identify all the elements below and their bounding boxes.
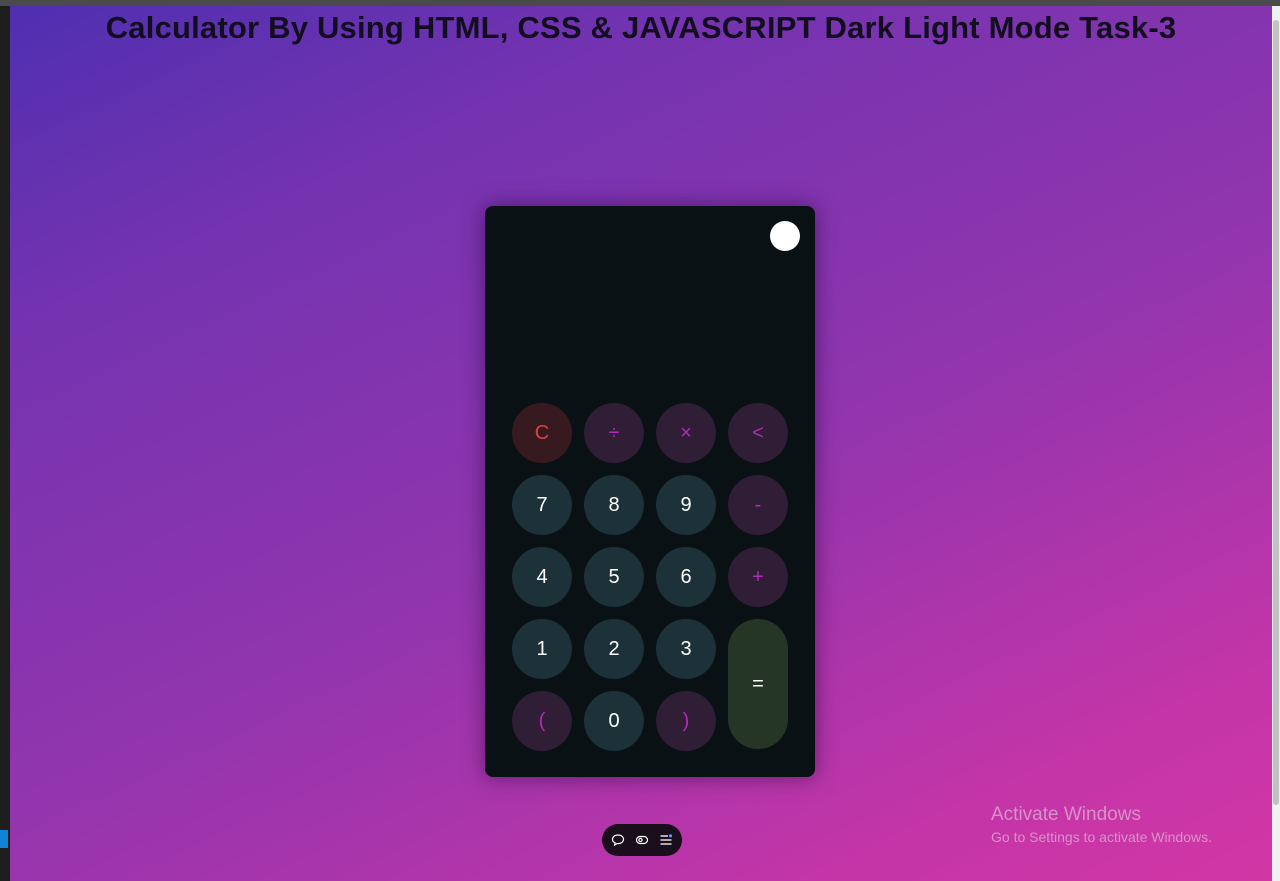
menu-list-icon[interactable]	[659, 833, 673, 847]
eye-toggle-icon[interactable]	[635, 833, 649, 847]
digit-7-button[interactable]: 7	[512, 475, 572, 535]
activate-windows-watermark: Activate Windows Go to Settings to activ…	[991, 804, 1212, 848]
digit-4-button[interactable]: 4	[512, 547, 572, 607]
minus-button[interactable]: -	[728, 475, 788, 535]
digit-6-button[interactable]: 6	[656, 547, 716, 607]
scrollbar-thumb[interactable]	[1273, 20, 1279, 805]
digit-0-button[interactable]: 0	[584, 691, 644, 751]
chat-bubble-icon[interactable]	[611, 833, 625, 847]
digit-2-button[interactable]: 2	[584, 619, 644, 679]
divide-button[interactable]: ÷	[584, 403, 644, 463]
theme-toggle-button[interactable]	[770, 221, 800, 251]
backspace-button[interactable]: <	[728, 403, 788, 463]
watermark-title: Activate Windows	[991, 804, 1141, 825]
digit-9-button[interactable]: 9	[656, 475, 716, 535]
page-title: Calculator By Using HTML, CSS & JAVASCRI…	[105, 10, 1177, 45]
left-window-strip	[0, 6, 10, 881]
digit-8-button[interactable]: 8	[584, 475, 644, 535]
open-paren-button[interactable]: (	[512, 691, 572, 751]
digit-1-button[interactable]: 1	[512, 619, 572, 679]
multiply-button[interactable]: ×	[656, 403, 716, 463]
vertical-scrollbar[interactable]	[1272, 6, 1280, 881]
calculator: C ÷ × < 7 8 9 - 4 5 6 + 1 2 3 = ( 0 )	[485, 206, 815, 777]
floating-toolbar	[602, 824, 682, 856]
equals-button[interactable]: =	[728, 619, 788, 749]
watermark-subtitle: Go to Settings to activate Windows.	[991, 829, 1212, 845]
plus-button[interactable]: +	[728, 547, 788, 607]
digit-3-button[interactable]: 3	[656, 619, 716, 679]
digit-5-button[interactable]: 5	[584, 547, 644, 607]
close-paren-button[interactable]: )	[656, 691, 716, 751]
page-viewport: Calculator By Using HTML, CSS & JAVASCRI…	[10, 6, 1272, 881]
clear-button[interactable]: C	[512, 403, 572, 463]
taskbar-indicator	[0, 830, 8, 848]
calculator-display	[505, 266, 795, 386]
